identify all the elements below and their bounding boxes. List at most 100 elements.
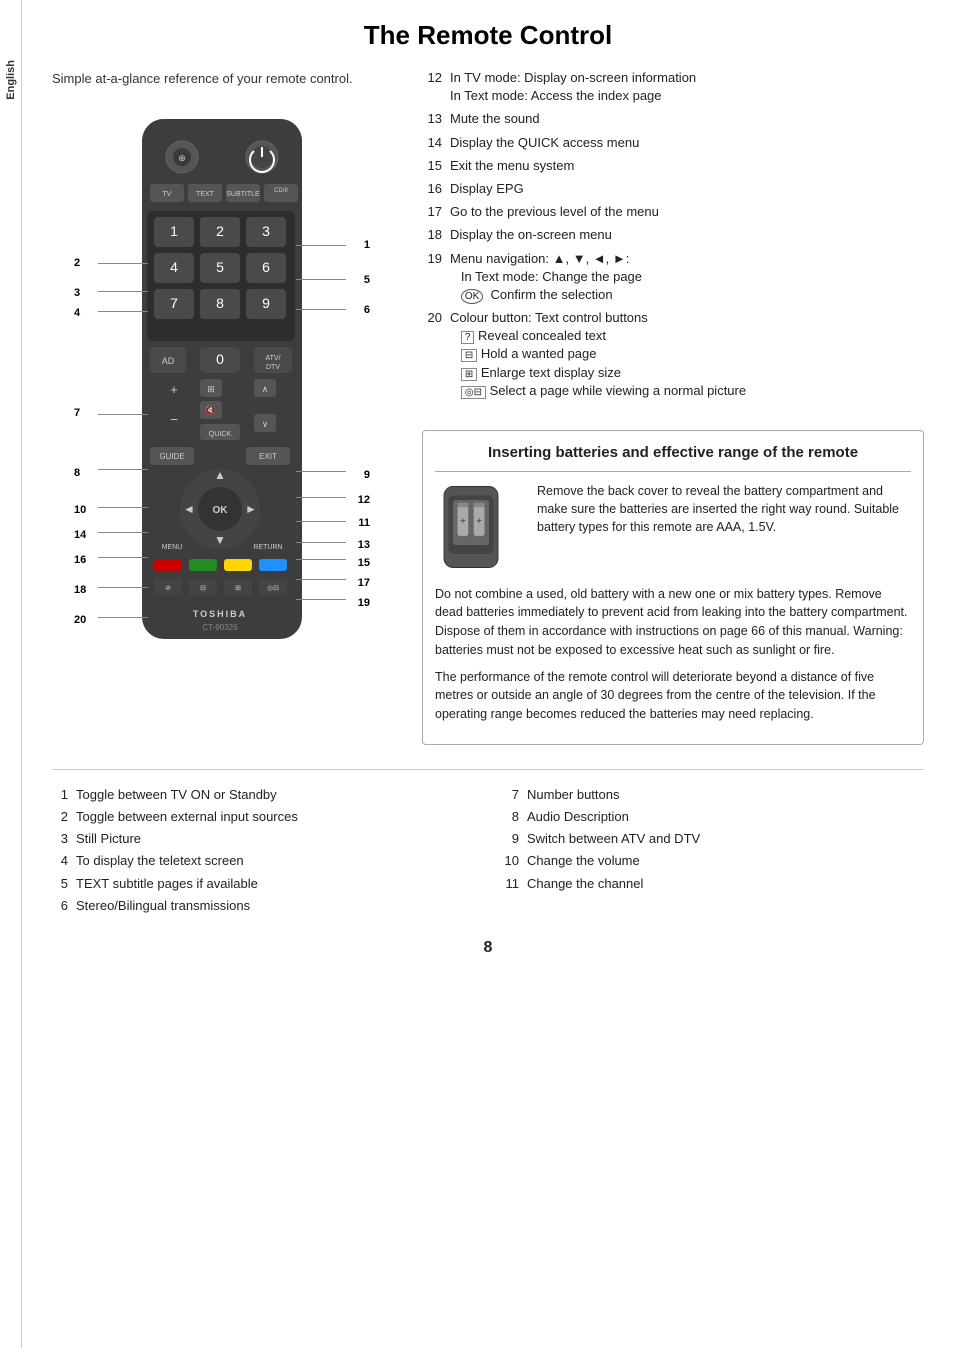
bottom-right: 7 Number buttons 8 Audio Description 9 S…: [503, 786, 924, 919]
svg-text:QUICK: QUICK: [209, 431, 232, 438]
svg-text:AD: AD: [162, 356, 175, 366]
svg-text:4: 4: [170, 259, 178, 275]
label-18: 18: [74, 584, 86, 596]
battery-section: Inserting batteries and effective range …: [422, 430, 924, 745]
list-item-7: 7 Number buttons: [503, 786, 924, 804]
svg-text:⊟: ⊟: [200, 585, 206, 592]
svg-text:⊕: ⊕: [178, 153, 186, 163]
svg-text:⊘: ⊘: [165, 585, 171, 592]
sidebar-label: English: [5, 60, 17, 100]
svg-text:◄: ◄: [183, 502, 195, 516]
svg-text:🔇: 🔇: [205, 404, 216, 415]
svg-text:EXIT: EXIT: [259, 452, 277, 461]
svg-text:8: 8: [216, 295, 224, 311]
svg-text:2: 2: [216, 223, 224, 239]
svg-text:+: +: [460, 515, 465, 525]
label-6: 6: [364, 304, 370, 316]
intro-text: Simple at-a-glance reference of your rem…: [52, 69, 392, 89]
svg-text:+: +: [476, 515, 481, 525]
list-item-18: 18 Display the on-screen menu: [422, 226, 924, 244]
label-16: 16: [74, 554, 86, 566]
svg-text:+: +: [170, 382, 178, 397]
label-4: 4: [74, 307, 80, 319]
label-11: 11: [358, 517, 370, 529]
label-8: 8: [74, 467, 80, 479]
battery-description: Remove the back cover to reveal the batt…: [537, 482, 911, 575]
svg-text:MENU: MENU: [162, 544, 183, 551]
list-item-17: 17 Go to the previous level of the menu: [422, 203, 924, 221]
list-item-4: 4 To display the teletext screen: [52, 852, 473, 870]
label-12: 12: [358, 494, 370, 506]
page-number: 8: [52, 939, 924, 967]
svg-text:∨: ∨: [262, 419, 269, 429]
svg-text:CD/II: CD/II: [274, 188, 288, 194]
right-items-list: 12 In TV mode: Display on-screen informa…: [422, 69, 924, 400]
label-20: 20: [74, 614, 86, 626]
list-item-13: 13 Mute the sound: [422, 110, 924, 128]
svg-text:5: 5: [216, 259, 224, 275]
svg-text:▲: ▲: [214, 468, 226, 482]
battery-para2: The performance of the remote control wi…: [435, 668, 911, 724]
list-item-16: 16 Display EPG: [422, 180, 924, 198]
label-1: 1: [364, 239, 370, 251]
list-item-11: 11 Change the channel: [503, 875, 924, 893]
svg-text:∧: ∧: [262, 384, 269, 394]
label-17: 17: [358, 577, 370, 589]
label-3: 3: [74, 287, 80, 299]
list-item-2: 2 Toggle between external input sources: [52, 808, 473, 826]
list-item-6: 6 Stereo/Bilingual transmissions: [52, 897, 473, 915]
svg-text:TV: TV: [163, 191, 172, 198]
remote-svg: ⊕ TV TEXT SUBTITLE CD/II 1 2: [132, 119, 312, 664]
svg-text:TEXT: TEXT: [196, 191, 215, 198]
svg-text:⊞: ⊞: [207, 384, 215, 394]
numbered-list-right: 7 Number buttons 8 Audio Description 9 S…: [503, 786, 924, 893]
svg-text:3: 3: [262, 223, 270, 239]
label-10: 10: [74, 504, 86, 516]
battery-illustration: + +: [435, 482, 525, 572]
svg-text:6: 6: [262, 259, 270, 275]
label-19: 19: [358, 597, 370, 609]
list-item-14: 14 Display the QUICK access menu: [422, 134, 924, 152]
svg-text:0: 0: [216, 351, 224, 367]
list-item-19: 19 Menu navigation: ▲, ▼, ◄, ►: In Text …: [422, 250, 924, 305]
label-14: 14: [74, 529, 86, 541]
label-9: 9: [364, 469, 370, 481]
svg-text:OK: OK: [213, 505, 229, 516]
list-item-3: 3 Still Picture: [52, 830, 473, 848]
label-2: 2: [74, 257, 80, 269]
label-5: 5: [364, 274, 370, 286]
svg-text:▼: ▼: [214, 533, 226, 547]
label-15: 15: [358, 557, 370, 569]
list-item-12: 12 In TV mode: Display on-screen informa…: [422, 69, 924, 105]
svg-text:RETURN: RETURN: [253, 544, 282, 551]
list-item-20: 20 Colour button: Text control buttons ?…: [422, 309, 924, 400]
svg-text:7: 7: [170, 295, 178, 311]
list-item-8: 8 Audio Description: [503, 808, 924, 826]
label-13: 13: [358, 539, 370, 551]
list-item-10: 10 Change the volume: [503, 852, 924, 870]
bottom-section: 1 Toggle between TV ON or Standby 2 Togg…: [52, 769, 924, 919]
svg-text:TOSHIBA: TOSHIBA: [193, 609, 247, 619]
svg-text:9: 9: [262, 295, 270, 311]
list-item-9: 9 Switch between ATV and DTV: [503, 830, 924, 848]
label-7: 7: [74, 407, 80, 419]
svg-text:DTV: DTV: [266, 364, 280, 371]
svg-text:ATV/: ATV/: [265, 355, 280, 362]
remote-diagram: Simple at-a-glance reference of your rem…: [52, 69, 392, 745]
page-title: The Remote Control: [52, 20, 924, 51]
svg-text:CT-90326: CT-90326: [202, 623, 238, 632]
list-item-1: 1 Toggle between TV ON or Standby: [52, 786, 473, 804]
battery-para1: Do not combine a used, old battery with …: [435, 585, 911, 660]
svg-text:GUIDE: GUIDE: [159, 452, 184, 461]
battery-image: + +: [435, 482, 525, 575]
svg-text:SUBTITLE: SUBTITLE: [226, 191, 260, 198]
svg-text:►: ►: [245, 502, 257, 516]
list-item-5: 5 TEXT subtitle pages if available: [52, 875, 473, 893]
bottom-left: 1 Toggle between TV ON or Standby 2 Togg…: [52, 786, 473, 919]
list-item-15: 15 Exit the menu system: [422, 157, 924, 175]
svg-text:−: −: [170, 412, 178, 427]
battery-paragraphs: Do not combine a used, old battery with …: [435, 585, 911, 724]
svg-text:◎⊟: ◎⊟: [267, 585, 279, 592]
svg-text:⊞: ⊞: [235, 585, 241, 592]
sidebar: English: [0, 0, 22, 1348]
